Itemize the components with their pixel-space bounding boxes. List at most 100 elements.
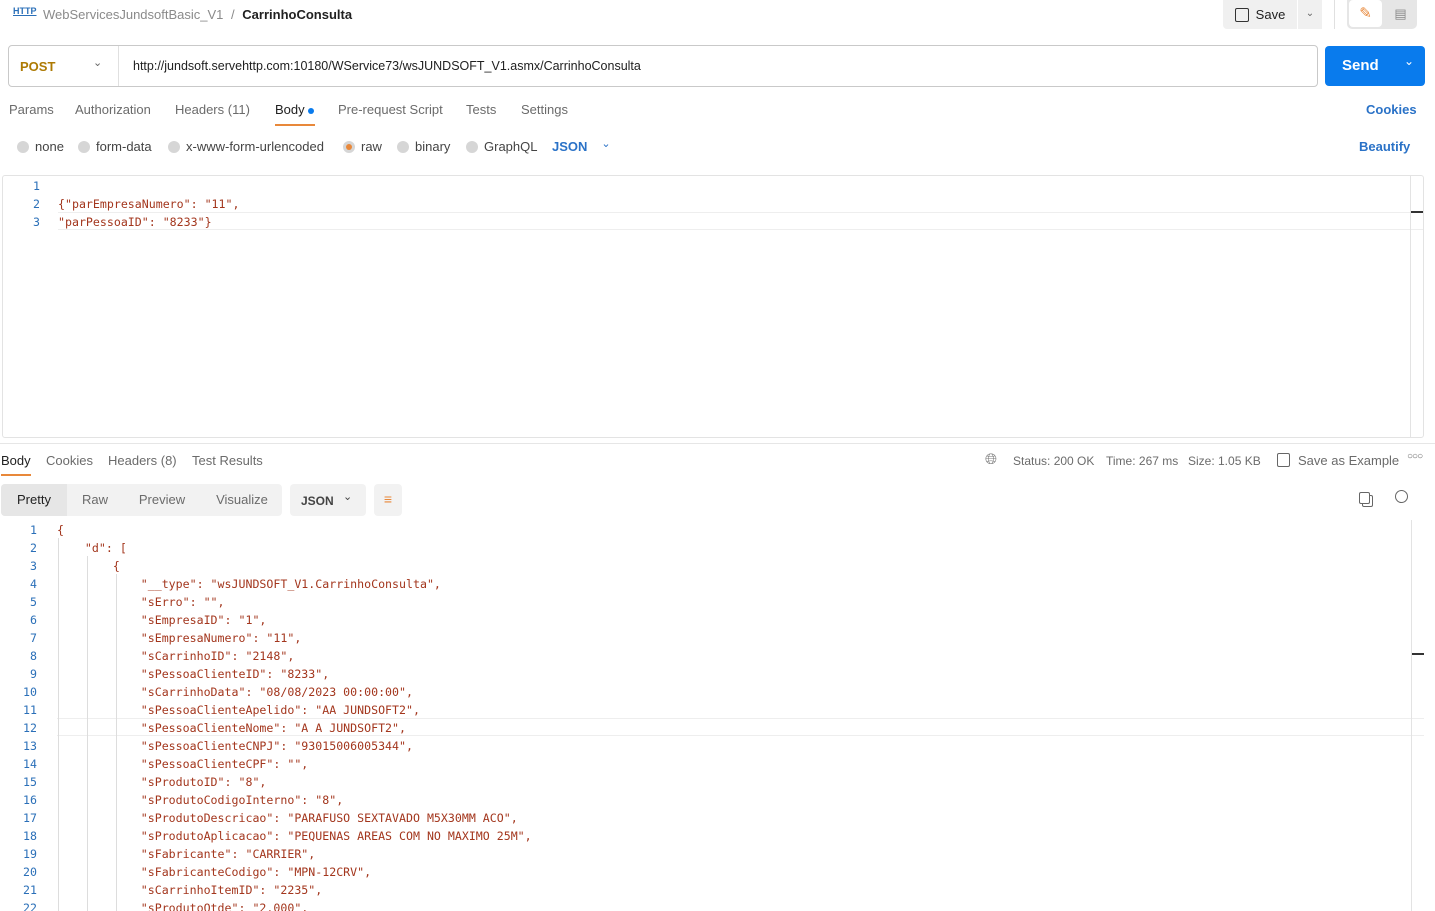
code-line: "sCarrinhoID": "2148", [57,649,295,663]
scroll-marker [1411,211,1423,213]
tab-headers[interactable]: Headers (11) [175,102,250,117]
code-line: "sPessoaClienteNome": "A A JUNDSOFT2", [57,721,407,735]
beautify-button[interactable]: Beautify [1359,139,1410,154]
radio-label: GraphQL [484,139,538,154]
tab-authorization[interactable]: Authorization [75,102,151,117]
code-line: "sFabricante": "CARRIER", [57,847,316,861]
line-number: 2 [33,197,40,211]
chevron-down-icon: ⌄ [93,57,103,69]
code-line: "sEmpresaID": "1", [57,613,267,627]
wrap-lines-icon[interactable]: ≡ [374,484,402,516]
active-tab-indicator [1,474,31,476]
line-number: 20 [23,865,37,879]
line-number: 17 [23,811,37,825]
code-line: {"parEmpresaNumero": "11", [58,197,240,211]
collection-link[interactable]: WebServicesJundsoftBasic_V1 [43,7,223,22]
more-options-icon[interactable]: ○○○ [1407,451,1423,462]
cookies-link[interactable]: Cookies [1366,102,1417,117]
response-tab-test-results[interactable]: Test Results [192,453,263,468]
radio-form-data[interactable]: form-data [78,139,152,154]
response-format-select[interactable]: JSON ⌄ [290,484,366,516]
line-number: 14 [23,757,37,771]
save-label: Save [1255,7,1286,22]
code-line: "sProdutoID": "8", [57,775,267,789]
view-visualize[interactable]: Visualize [208,484,276,516]
response-tab-body[interactable]: Body [1,453,31,468]
radio-label: none [35,139,64,154]
edit-pencil-icon[interactable]: ✎ [1349,0,1382,27]
request-title[interactable]: CarrinhoConsulta [242,7,352,22]
line-number: 8 [30,649,37,663]
send-button[interactable]: Send ⌄ [1325,46,1425,86]
chevron-down-icon: ⌄ [343,491,353,503]
line-number: 16 [23,793,37,807]
chevron-down-icon[interactable]: ⌄ [1404,54,1414,68]
line-number: 22 [23,901,37,911]
http-icon: HTTP [13,6,37,16]
tab-tests[interactable]: Tests [466,102,496,117]
breadcrumb-separator: / [231,7,235,22]
response-tab-headers[interactable]: Headers (8) [108,453,177,468]
save-button[interactable]: Save [1223,0,1297,29]
radio-icon [168,140,180,153]
url-bar: POST ⌄ http://jundsoft.servehttp.com:101… [8,45,1318,87]
body-format-select[interactable]: JSON ⌄ [552,138,611,154]
view-toggle: ✎ ▤ [1347,0,1417,29]
search-icon[interactable] [1395,490,1408,503]
tab-body-label: Body [275,102,305,117]
format-label: JSON [301,494,334,508]
line-number: 9 [30,667,37,681]
code-line: "d": [ [57,541,127,555]
response-body-viewer[interactable]: 1 {2 "d": [3 {4 "__type": "wsJUNDSOFT_V1.… [0,520,1435,911]
code-line: "sCarrinhoItemID": "2235", [57,883,323,897]
code-line: "sEmpresaNumero": "11", [57,631,302,645]
save-icon [1277,453,1290,467]
line-number: 13 [23,739,37,753]
response-tab-cookies[interactable]: Cookies [46,453,93,468]
radio-x-www-form-urlencoded[interactable]: x-www-form-urlencoded [168,139,324,154]
modified-dot-icon [308,107,315,114]
view-pretty[interactable]: Pretty [1,484,67,516]
view-raw[interactable]: Raw [72,484,118,516]
scroll-marker [1412,653,1424,655]
code-line: "parPessoaID": "8233"} [58,215,212,229]
url-input[interactable]: http://jundsoft.servehttp.com:10180/WSer… [133,59,641,73]
code-line: "__type": "wsJUNDSOFT_V1.CarrinhoConsult… [57,577,441,591]
send-label: Send [1342,57,1379,74]
line-number: 21 [23,883,37,897]
line-number: 5 [30,595,37,609]
tab-pre-request-script[interactable]: Pre-request Script [338,102,443,117]
line-number: 12 [23,721,37,735]
line-number: 3 [30,559,37,573]
line-number: 1 [30,523,37,537]
radio-none[interactable]: none [17,139,64,154]
chevron-down-icon: ⌄ [601,138,611,150]
scrollbar[interactable] [1410,176,1411,437]
tab-body[interactable]: Body [275,102,315,117]
scrollbar[interactable] [1411,520,1412,911]
code-line: "sPessoaClienteCNPJ": "93015006005344", [57,739,413,753]
code-line: { [57,523,64,537]
tab-settings[interactable]: Settings [521,102,568,117]
radio-raw[interactable]: raw [343,139,382,154]
radio-icon [17,140,29,153]
line-number: 10 [23,685,37,699]
tab-params[interactable]: Params [9,102,54,117]
copy-icon[interactable] [1359,492,1370,504]
code-line: "sErro": "", [57,595,225,609]
code-line: "sProdutoCodigoInterno": "8", [57,793,344,807]
radio-graphql[interactable]: GraphQL [466,139,537,154]
code-line: { [57,559,120,573]
request-body-editor[interactable]: 1 2 3 {"parEmpresaNumero": "11", "parPes… [2,175,1424,438]
radio-binary[interactable]: binary [397,139,450,154]
save-as-example-button[interactable]: Save as Example [1298,453,1399,468]
size-text: Size: 1.05 KB [1188,454,1261,468]
globe-icon[interactable]: 🌐︎ [985,451,997,468]
view-preview[interactable]: Preview [130,484,194,516]
save-dropdown-button[interactable]: ⌄ [1298,0,1322,29]
method-select[interactable]: POST ⌄ [9,46,119,86]
code-line: "sProdutoQtde": "2.000", [57,901,309,911]
comment-icon[interactable]: ▤ [1384,0,1417,27]
line-number: 7 [30,631,37,645]
line-number: 6 [30,613,37,627]
